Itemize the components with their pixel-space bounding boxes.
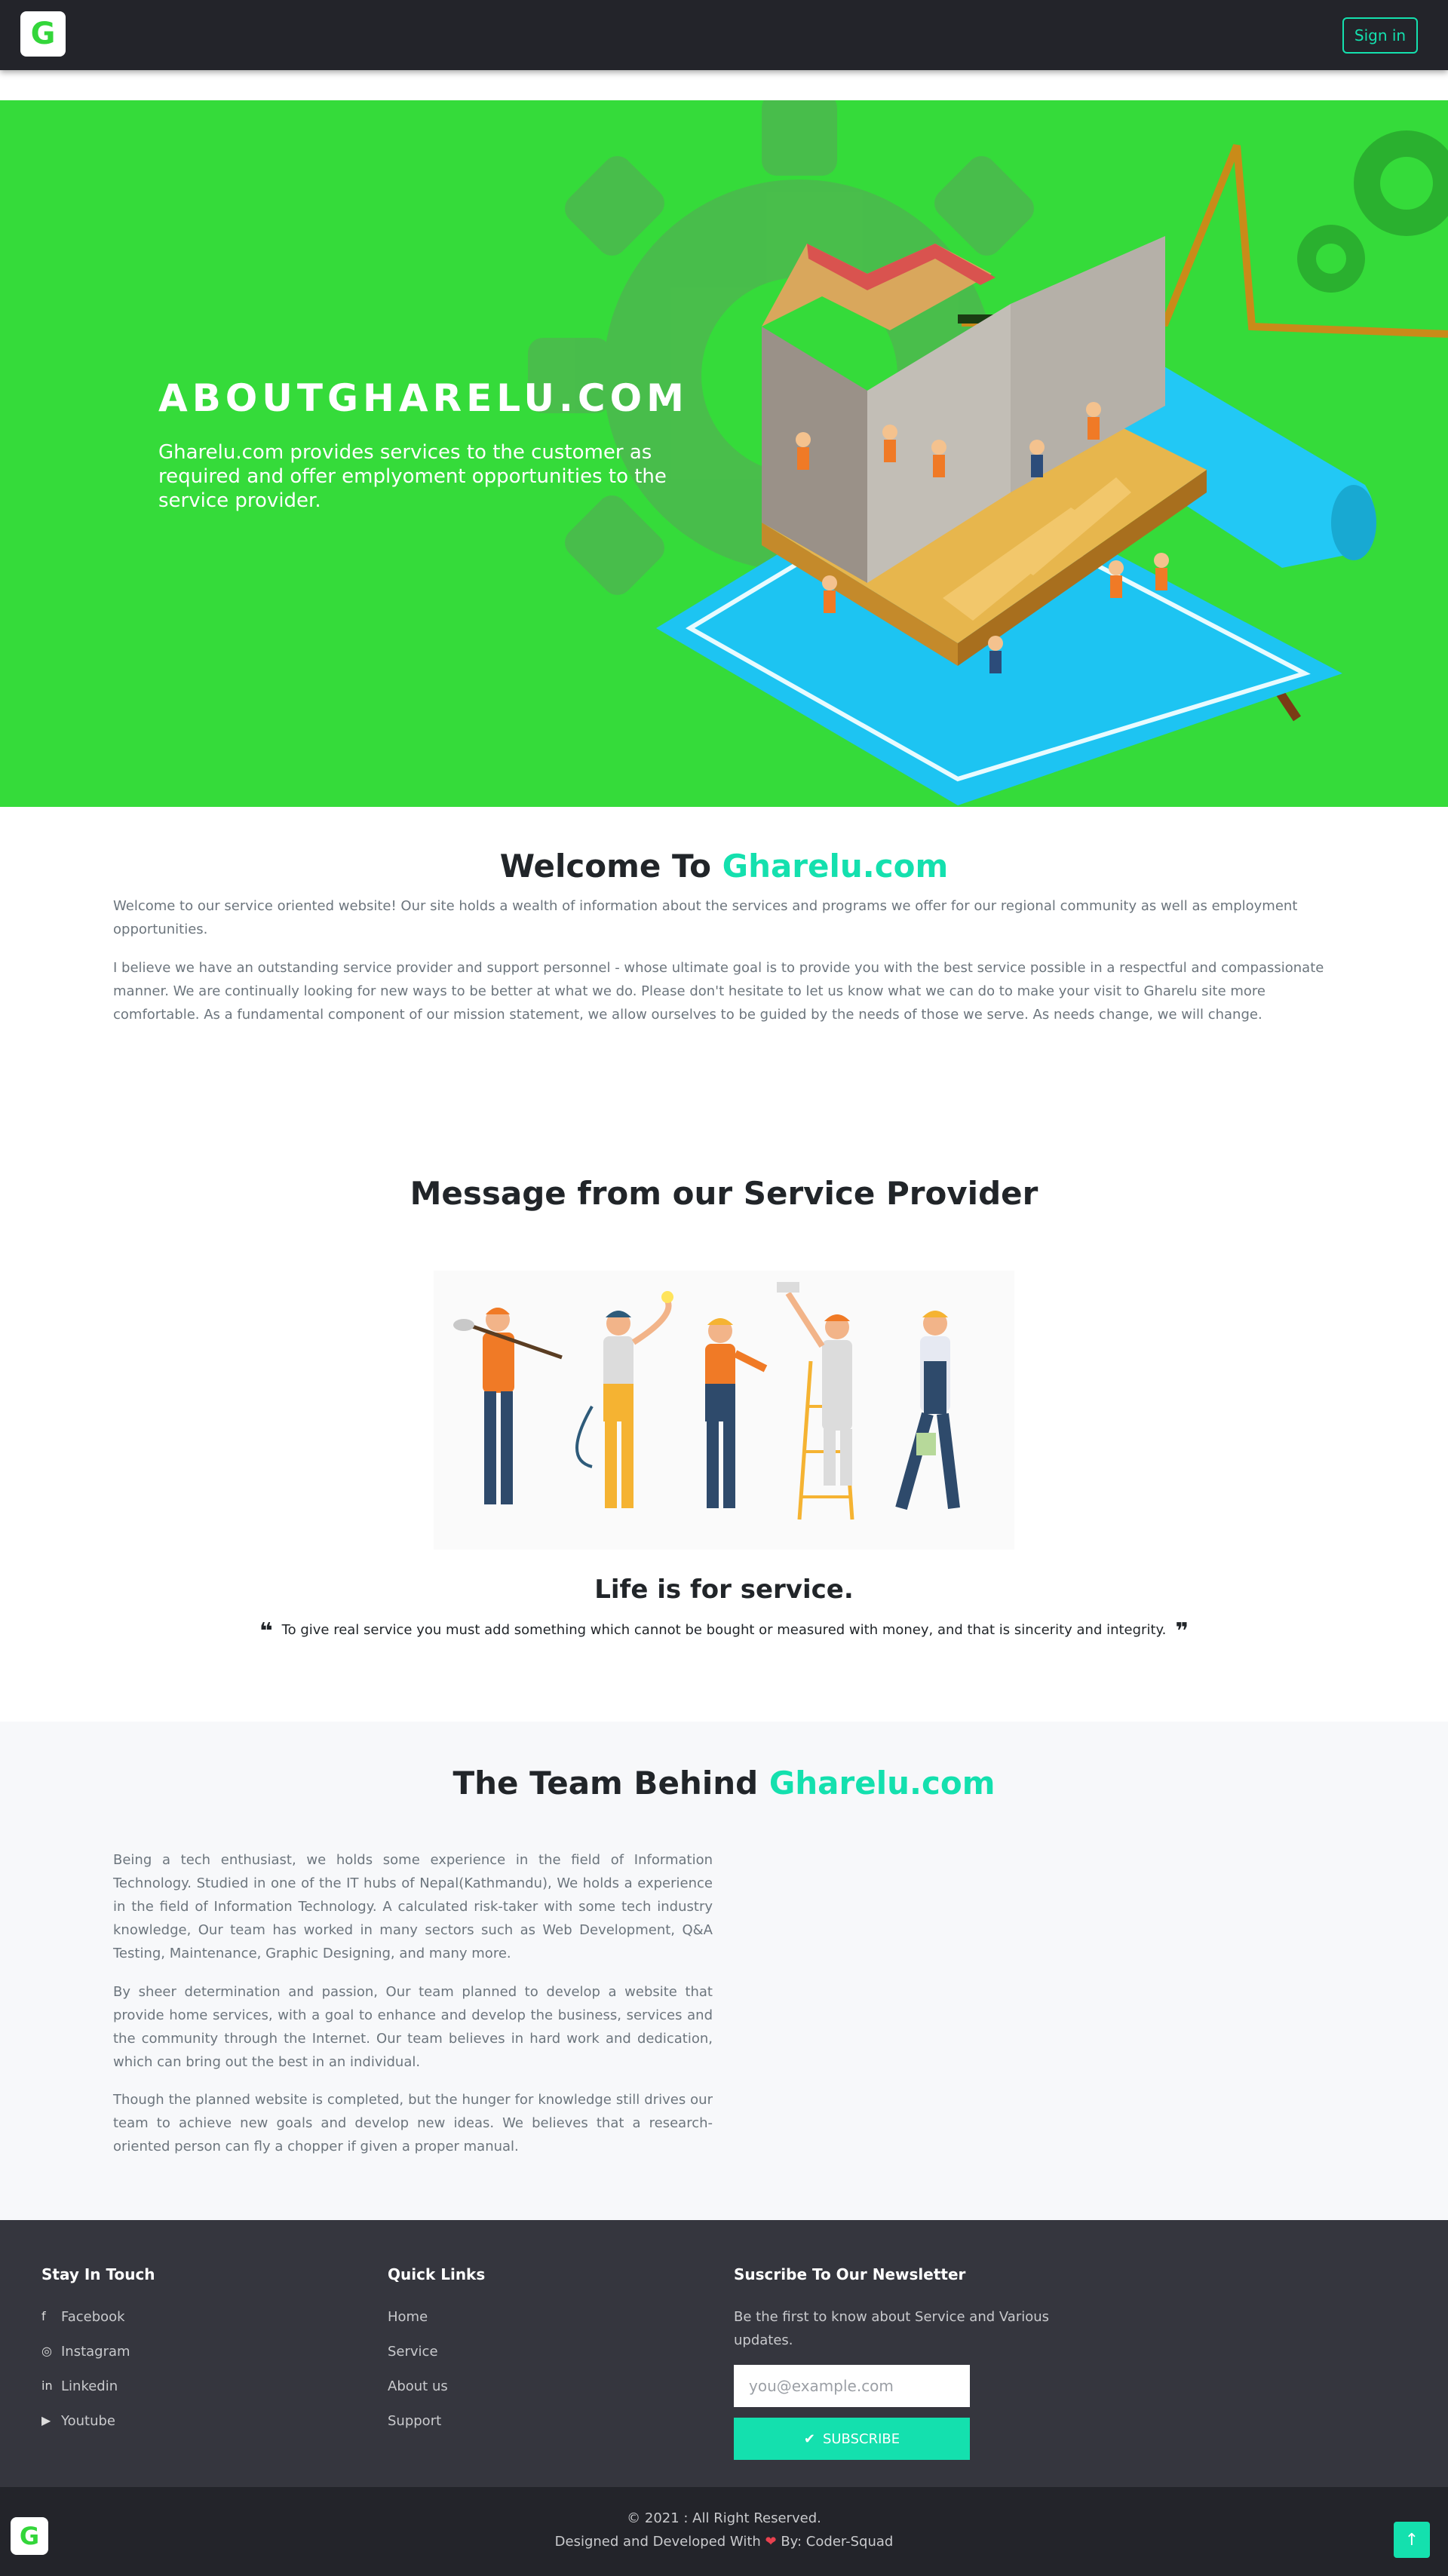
youtube-icon: ▶	[41, 2413, 51, 2427]
quick-link-about[interactable]: About us	[388, 2378, 448, 2413]
copyright-block: © 2021 : All Right Reserved. Designed an…	[0, 2507, 1448, 2553]
credit-prefix: Designed and Developed With	[554, 2534, 765, 2550]
newsletter-text: Be the first to know about Service and V…	[734, 2309, 1050, 2348]
navbar: G Sign in	[0, 0, 1448, 70]
social-label: Instagram	[61, 2344, 130, 2360]
heart-icon: ❤	[765, 2534, 777, 2550]
social-label: Linkedin	[61, 2378, 118, 2394]
team-paragraph-2: By sheer determination and passion, Our …	[113, 1984, 713, 2070]
team-title-accent: Gharelu.com	[768, 1765, 996, 1802]
quote-title: Life is for service.	[594, 1575, 854, 1605]
hero-title: ABOUTGHARELU.COM	[158, 376, 689, 420]
welcome-title-accent: Gharelu.com	[722, 848, 949, 885]
welcome-title: Welcome To Gharelu.com	[0, 848, 1448, 885]
hero-banner: ABOUTGHARELU.COM Gharelu.com provides se…	[0, 100, 1448, 807]
team-paragraph-3: Though the planned website is completed,…	[113, 2092, 713, 2154]
newsletter-email-input[interactable]	[734, 2365, 970, 2407]
quick-links-heading: Quick Links	[388, 2265, 486, 2283]
message-title: Message from our Service Provider	[410, 1175, 1038, 1212]
team-paragraph-1: Being a tech enthusiast, we holds some e…	[113, 1852, 713, 1961]
facebook-icon: f	[41, 2309, 46, 2323]
quick-link-service[interactable]: Service	[388, 2344, 448, 2378]
quote-text: To give real service you must add someth…	[281, 1622, 1167, 1638]
logo-letter: G	[30, 17, 56, 51]
footer: Stay In Touch f Facebook ◎ Instagram in Lin…	[0, 2220, 1448, 2487]
social-link-instagram[interactable]: ◎ Instagram	[41, 2344, 130, 2378]
instagram-icon: ◎	[41, 2344, 52, 2358]
service-workers-illustration	[434, 1271, 1014, 1550]
social-label: Facebook	[61, 2309, 125, 2325]
welcome-title-prefix: Welcome To	[499, 848, 722, 885]
social-link-linkedin[interactable]: in Linkedin	[41, 2378, 130, 2413]
credit-suffix: By: Coder-Squad	[776, 2534, 894, 2550]
arrow-up-icon: ↑	[1404, 2530, 1419, 2550]
credit-text: Designed and Developed With ❤ By: Coder-…	[0, 2530, 1448, 2553]
quick-link-support[interactable]: Support	[388, 2413, 448, 2448]
quote-left-icon: ❝	[259, 1618, 273, 1645]
social-links: f Facebook ◎ Instagram in Linkedin ▶ Youtube	[41, 2309, 130, 2448]
quick-links: Home Service About us Support	[388, 2309, 448, 2448]
team-title: The Team Behind Gharelu.com	[0, 1765, 1448, 1802]
welcome-paragraph-2: I believe we have an outstanding service…	[113, 960, 1324, 1023]
service-quote: ❝ To give real service you must add somet…	[0, 1618, 1448, 1645]
subscribe-label: SUBSCRIBE	[822, 2430, 900, 2447]
social-label: Youtube	[61, 2413, 115, 2429]
linkedin-icon: in	[41, 2378, 53, 2393]
team-title-prefix: The Team Behind	[452, 1765, 769, 1802]
copyright-text: © 2021 : All Right Reserved.	[627, 2510, 821, 2526]
hero-subtitle: Gharelu.com provides services to the cus…	[158, 441, 667, 512]
quote-right-icon: ❞	[1175, 1618, 1189, 1645]
bottom-bar: G © 2021 : All Right Reserved. Designed …	[0, 2487, 1448, 2576]
sign-in-button[interactable]: Sign in	[1342, 17, 1418, 54]
site-logo[interactable]: G	[20, 11, 66, 57]
scroll-to-top-button[interactable]: ↑	[1394, 2522, 1430, 2558]
social-link-youtube[interactable]: ▶ Youtube	[41, 2413, 130, 2448]
stay-in-touch-heading: Stay In Touch	[41, 2265, 155, 2283]
social-link-facebook[interactable]: f Facebook	[41, 2309, 130, 2344]
quick-link-home[interactable]: Home	[388, 2309, 448, 2344]
check-icon: ✔	[803, 2430, 815, 2447]
newsletter-heading: Suscribe To Our Newsletter	[734, 2265, 966, 2283]
welcome-paragraph-1: Welcome to our service oriented website!…	[113, 898, 1298, 937]
subscribe-button[interactable]: ✔ SUBSCRIBE	[734, 2418, 970, 2460]
